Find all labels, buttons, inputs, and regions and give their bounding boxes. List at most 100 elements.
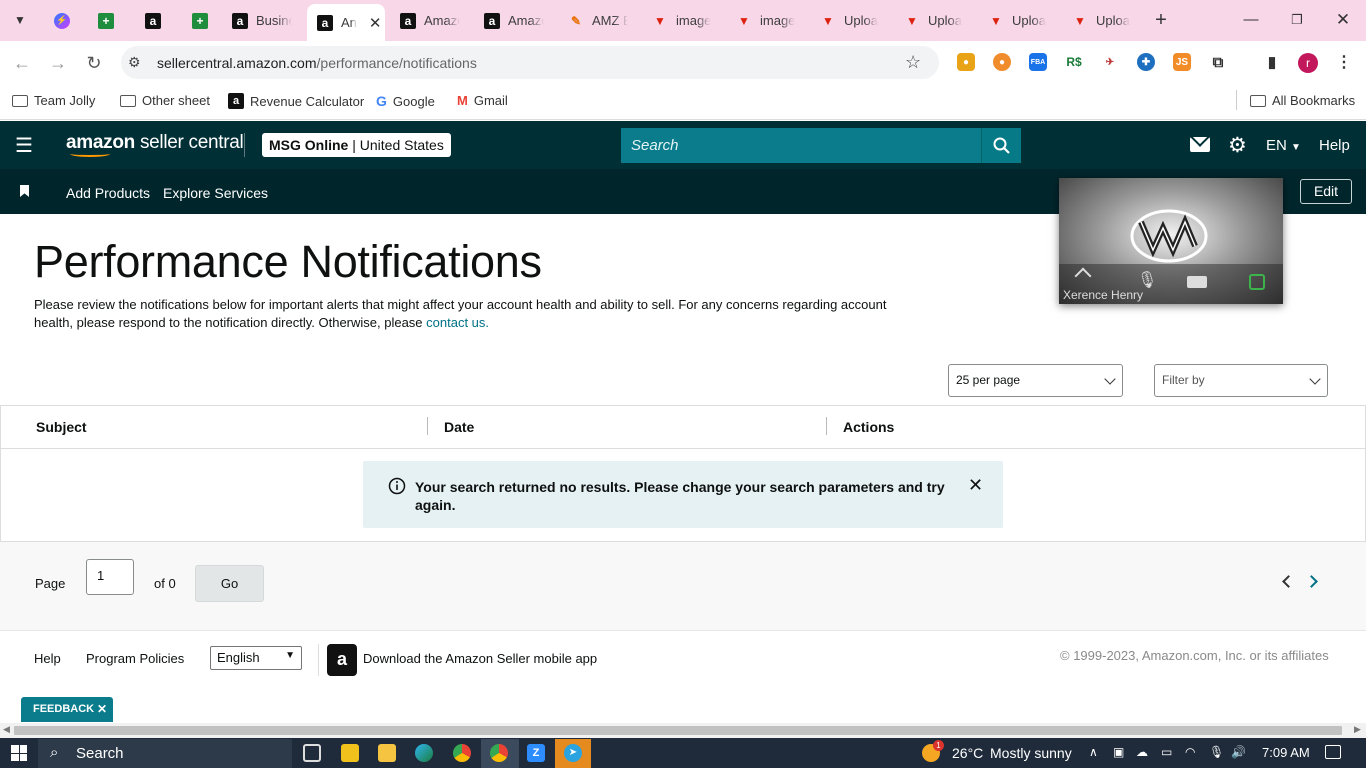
- fba-extension-icon[interactable]: FBA: [1029, 53, 1047, 71]
- back-arrow-icon[interactable]: ←: [10, 51, 34, 75]
- cloud-icon[interactable]: ☁: [1136, 745, 1148, 759]
- weather-description[interactable]: Mostly sunny: [990, 745, 1072, 761]
- url-domain: sellercentral.amazon.com: [157, 55, 317, 71]
- notifications-icon[interactable]: [1325, 745, 1341, 759]
- microphone-icon[interactable]: 🎙: [1209, 745, 1224, 759]
- new-tab-plus-icon[interactable]: +: [1147, 8, 1175, 32]
- tab-upload-1[interactable]: ▼ Uploa: [810, 6, 890, 35]
- footer-divider: [318, 644, 319, 676]
- tab-amazon-1[interactable]: a: [135, 6, 167, 35]
- search-box[interactable]: [621, 128, 982, 163]
- help-link[interactable]: Help: [1319, 137, 1350, 154]
- footer-help-link[interactable]: Help: [34, 651, 61, 666]
- scroll-left-arrow-icon[interactable]: ◀: [3, 724, 10, 735]
- minimize-icon[interactable]: —: [1237, 8, 1265, 32]
- tab-upload-4[interactable]: ▼ Uploa: [1062, 6, 1142, 35]
- download-mobile-app-link[interactable]: Download the Amazon Seller mobile app: [363, 651, 597, 666]
- chrome-profile-icon[interactable]: [490, 744, 508, 762]
- per-page-select[interactable]: 25 per page: [948, 364, 1123, 397]
- dismiss-alert-close-icon[interactable]: ✕: [968, 475, 983, 496]
- hamburger-menu-icon[interactable]: ☰: [15, 133, 33, 158]
- zoom-icon[interactable]: Z: [527, 744, 545, 762]
- windows-start-icon[interactable]: [11, 745, 27, 761]
- scroll-right-arrow-icon[interactable]: ▶: [1354, 724, 1361, 735]
- store-switcher[interactable]: MSG Online | United States: [262, 133, 451, 157]
- show-hidden-icons-chevron-up-icon[interactable]: ∧: [1089, 745, 1098, 759]
- search-button[interactable]: [981, 128, 1021, 163]
- bookmark-revenue-calculator[interactable]: a Revenue Calculator: [228, 93, 364, 109]
- amazon-app-icon[interactable]: a: [327, 644, 357, 676]
- plane-extension-icon[interactable]: ✈: [1101, 53, 1119, 71]
- tab-sheet-2[interactable]: +: [182, 6, 214, 35]
- extensions-puzzle-icon[interactable]: ⧉: [1209, 53, 1227, 71]
- tab-image-2[interactable]: ▼ image: [726, 6, 806, 35]
- bookmark-google[interactable]: G Google: [376, 93, 435, 109]
- close-tab-icon[interactable]: ✕: [369, 14, 382, 32]
- task-view-icon[interactable]: [303, 744, 321, 762]
- device-icon[interactable]: ▣: [1113, 745, 1124, 759]
- side-panel-icon[interactable]: ▮: [1263, 53, 1281, 71]
- revseller-extension-icon[interactable]: R$: [1065, 53, 1083, 71]
- footer-language-select[interactable]: English ▼: [210, 646, 302, 670]
- nav-add-products[interactable]: Add Products: [66, 185, 150, 201]
- close-feedback-icon[interactable]: ✕: [97, 697, 107, 722]
- tab-upload-3[interactable]: ▼ Uploa: [978, 6, 1058, 35]
- scrollbar-thumb[interactable]: [14, 726, 1342, 735]
- edit-nav-button[interactable]: Edit: [1300, 179, 1352, 204]
- filter-select[interactable]: Filter by: [1154, 364, 1328, 397]
- keepa-extension-icon[interactable]: ●: [993, 53, 1011, 71]
- telegram-icon[interactable]: ➤: [564, 744, 582, 762]
- chrome-icon[interactable]: [453, 744, 471, 762]
- window-close-icon[interactable]: ✕: [1329, 8, 1357, 32]
- store-app-icon[interactable]: [341, 744, 359, 762]
- feedback-tab[interactable]: FEEDBACK ✕: [21, 697, 113, 722]
- settings-gear-icon[interactable]: ⚙: [1228, 133, 1247, 158]
- tab-amazon-3[interactable]: aAmazo: [474, 6, 554, 35]
- camera-icon[interactable]: [1187, 276, 1207, 288]
- footer-program-policies-link[interactable]: Program Policies: [86, 651, 184, 666]
- globe-extension-icon[interactable]: ✚: [1137, 53, 1155, 71]
- tab-upload-2[interactable]: ▼ Uploa: [894, 6, 974, 35]
- edge-browser-icon[interactable]: [415, 744, 433, 762]
- honey-extension-icon[interactable]: ●: [957, 53, 975, 71]
- speaker-icon[interactable]: 🔊: [1231, 745, 1246, 759]
- video-call-overlay[interactable]: 🎙 Xerence Henry: [1059, 178, 1283, 304]
- tab-amz-e[interactable]: ✎ AMZ E: [558, 6, 638, 35]
- tab-amazon-2[interactable]: aAmazo: [390, 6, 470, 35]
- kebab-menu-icon[interactable]: ⋮: [1335, 53, 1353, 71]
- language-switcher[interactable]: EN ▼: [1266, 137, 1301, 154]
- tab-search-chevron-down-icon[interactable]: ▼: [8, 8, 32, 32]
- go-button[interactable]: Go: [195, 565, 264, 602]
- tab-sheet-1[interactable]: +: [88, 6, 120, 35]
- restore-icon[interactable]: ❐: [1283, 8, 1311, 32]
- contact-us-link[interactable]: contact us.: [426, 315, 489, 330]
- tab-business[interactable]: a Busine: [222, 6, 302, 35]
- file-explorer-icon[interactable]: [378, 744, 396, 762]
- tab-image-1[interactable]: ▼ image: [642, 6, 722, 35]
- url-text[interactable]: sellercentral.amazon.com/performance/not…: [157, 55, 477, 71]
- jungle-scout-extension-icon[interactable]: JS: [1173, 53, 1191, 71]
- bookmark-star-icon[interactable]: ☆: [905, 52, 921, 73]
- microphone-muted-icon[interactable]: 🎙: [1137, 270, 1157, 290]
- column-header-date[interactable]: Date: [444, 419, 474, 435]
- bookmark-team-jolly[interactable]: Team Jolly: [12, 93, 95, 108]
- site-settings-icon[interactable]: ⚙: [128, 54, 141, 71]
- profile-avatar[interactable]: r: [1298, 53, 1318, 73]
- column-header-subject[interactable]: Subject: [36, 419, 87, 435]
- all-bookmarks[interactable]: All Bookmarks: [1250, 93, 1355, 108]
- tab-messenger[interactable]: ⚡: [44, 6, 76, 35]
- page-number-input[interactable]: 1: [86, 559, 134, 595]
- search-input[interactable]: [621, 128, 982, 163]
- reload-icon[interactable]: ↻: [82, 51, 106, 75]
- pop-out-icon[interactable]: [1249, 274, 1265, 290]
- battery-icon[interactable]: ▭: [1161, 745, 1172, 759]
- nav-explore-services[interactable]: Explore Services: [163, 185, 268, 201]
- mail-icon[interactable]: [1190, 127, 1210, 152]
- clock-time[interactable]: 7:09 AM: [1262, 745, 1310, 760]
- forward-arrow-icon[interactable]: →: [46, 51, 70, 75]
- weather-temperature[interactable]: 26°C: [952, 745, 983, 761]
- tab-active-seller-central[interactable]: a An ✕: [307, 4, 385, 41]
- bookmark-gmail[interactable]: M Gmail: [457, 93, 508, 108]
- wifi-icon[interactable]: ◠: [1185, 745, 1195, 759]
- bookmark-other-sheet[interactable]: Other sheet: [120, 93, 210, 108]
